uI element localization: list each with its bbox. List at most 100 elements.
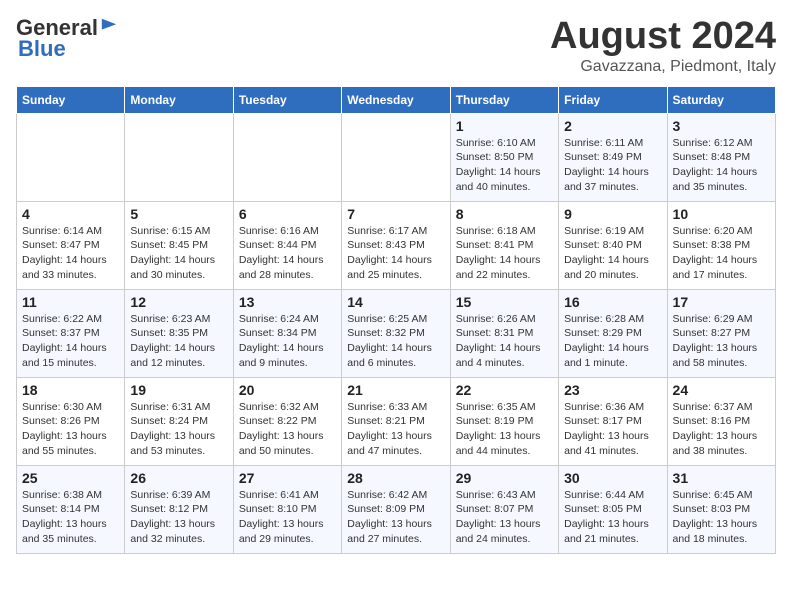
day-number: 10: [673, 206, 770, 222]
day-info: Sunrise: 6:17 AM Sunset: 8:43 PM Dayligh…: [347, 224, 444, 283]
calendar-week-row: 18 Sunrise: 6:30 AM Sunset: 8:26 PM Dayli…: [17, 377, 776, 465]
day-number: 6: [239, 206, 336, 222]
day-of-week-header: Friday: [559, 86, 667, 113]
day-of-week-header: Wednesday: [342, 86, 450, 113]
calendar-cell: 5Sunrise: 6:15 AM Sunset: 8:45 PM Daylig…: [125, 201, 233, 289]
day-number: 18: [22, 382, 119, 398]
calendar-table: SundayMondayTuesdayWednesdayThursdayFrid…: [16, 86, 776, 554]
day-number: 8: [456, 206, 553, 222]
day-info: Sunrise: 6:31 AM Sunset: 8:24 PM Dayligh…: [130, 400, 227, 459]
day-info: Sunrise: 6:36 AM Sunset: 8:17 PM Dayligh…: [564, 400, 661, 459]
calendar-cell: 11 Sunrise: 6:22 AM Sunset: 8:37 PM Dayli…: [17, 289, 125, 377]
day-info: Sunrise: 6:10 AM Sunset: 8:50 PM Dayligh…: [456, 136, 553, 195]
logo-blue: Blue: [18, 36, 66, 62]
page-header: General Blue August 2024 Gavazzana, Pied…: [16, 16, 776, 76]
day-info: Sunrise: 6:29 AM Sunset: 8:27 PM Dayligh…: [673, 312, 770, 371]
calendar-week-row: 4 Sunrise: 6:14 AM Sunset: 8:47 PM Daylig…: [17, 201, 776, 289]
day-of-week-header: Monday: [125, 86, 233, 113]
calendar-cell: [233, 113, 341, 201]
day-of-week-header: Tuesday: [233, 86, 341, 113]
day-number: 11: [22, 294, 119, 310]
calendar-cell: 25 Sunrise: 6:38 AM Sunset: 8:14 PM Dayli…: [17, 465, 125, 553]
day-number: 15: [456, 294, 553, 310]
calendar-cell: 6 Sunrise: 6:16 AM Sunset: 8:44 PM Daylig…: [233, 201, 341, 289]
calendar-cell: 22 Sunrise: 6:35 AM Sunset: 8:19 PM Dayli…: [450, 377, 558, 465]
calendar-body: 1 Sunrise: 6:10 AM Sunset: 8:50 PM Daylig…: [17, 113, 776, 553]
day-info: Sunrise: 6:28 AM Sunset: 8:29 PM Dayligh…: [564, 312, 661, 371]
calendar-cell: 13 Sunrise: 6:24 AM Sunset: 8:34 PM Dayli…: [233, 289, 341, 377]
logo: General Blue: [16, 16, 118, 62]
day-number: 21: [347, 382, 444, 398]
day-info: Sunrise: 6:37 AM Sunset: 8:16 PM Dayligh…: [673, 400, 770, 459]
day-number: 3: [673, 118, 770, 134]
day-number: 26: [130, 470, 227, 486]
day-number: 14: [347, 294, 444, 310]
day-number: 2: [564, 118, 661, 134]
day-number: 27: [239, 470, 336, 486]
day-info: Sunrise: 6:23 AM Sunset: 8:35 PM Dayligh…: [130, 312, 227, 371]
calendar-cell: 20 Sunrise: 6:32 AM Sunset: 8:22 PM Dayli…: [233, 377, 341, 465]
calendar-cell: 12 Sunrise: 6:23 AM Sunset: 8:35 PM Dayli…: [125, 289, 233, 377]
day-info: Sunrise: 6:32 AM Sunset: 8:22 PM Dayligh…: [239, 400, 336, 459]
day-number: 4: [22, 206, 119, 222]
day-number: 1: [456, 118, 553, 134]
day-number: 19: [130, 382, 227, 398]
calendar-cell: 9Sunrise: 6:19 AM Sunset: 8:40 PM Daylig…: [559, 201, 667, 289]
day-number: 28: [347, 470, 444, 486]
day-number: 30: [564, 470, 661, 486]
calendar-cell: 16 Sunrise: 6:28 AM Sunset: 8:29 PM Dayli…: [559, 289, 667, 377]
day-number: 31: [673, 470, 770, 486]
calendar-cell: 24 Sunrise: 6:37 AM Sunset: 8:16 PM Dayli…: [667, 377, 775, 465]
day-info: Sunrise: 6:24 AM Sunset: 8:34 PM Dayligh…: [239, 312, 336, 371]
day-info: Sunrise: 6:11 AM Sunset: 8:49 PM Dayligh…: [564, 136, 661, 195]
day-info: Sunrise: 6:14 AM Sunset: 8:47 PM Dayligh…: [22, 224, 119, 283]
calendar-week-row: 1 Sunrise: 6:10 AM Sunset: 8:50 PM Daylig…: [17, 113, 776, 201]
calendar-cell: 14 Sunrise: 6:25 AM Sunset: 8:32 PM Dayli…: [342, 289, 450, 377]
calendar-cell: 31 Sunrise: 6:45 AM Sunset: 8:03 PM Dayli…: [667, 465, 775, 553]
day-info: Sunrise: 6:16 AM Sunset: 8:44 PM Dayligh…: [239, 224, 336, 283]
calendar-cell: 30 Sunrise: 6:44 AM Sunset: 8:05 PM Dayli…: [559, 465, 667, 553]
day-info: Sunrise: 6:30 AM Sunset: 8:26 PM Dayligh…: [22, 400, 119, 459]
day-info: Sunrise: 6:20 AM Sunset: 8:38 PM Dayligh…: [673, 224, 770, 283]
day-info: Sunrise: 6:38 AM Sunset: 8:14 PM Dayligh…: [22, 488, 119, 547]
day-info: Sunrise: 6:22 AM Sunset: 8:37 PM Dayligh…: [22, 312, 119, 371]
calendar-cell: 19 Sunrise: 6:31 AM Sunset: 8:24 PM Dayli…: [125, 377, 233, 465]
day-info: Sunrise: 6:33 AM Sunset: 8:21 PM Dayligh…: [347, 400, 444, 459]
calendar-cell: 21 Sunrise: 6:33 AM Sunset: 8:21 PM Dayli…: [342, 377, 450, 465]
day-info: Sunrise: 6:44 AM Sunset: 8:05 PM Dayligh…: [564, 488, 661, 547]
day-number: 24: [673, 382, 770, 398]
month-year-title: August 2024: [550, 16, 776, 58]
day-info: Sunrise: 6:39 AM Sunset: 8:12 PM Dayligh…: [130, 488, 227, 547]
calendar-cell: 2 Sunrise: 6:11 AM Sunset: 8:49 PM Daylig…: [559, 113, 667, 201]
calendar-cell: 17Sunrise: 6:29 AM Sunset: 8:27 PM Dayli…: [667, 289, 775, 377]
calendar-cell: 4 Sunrise: 6:14 AM Sunset: 8:47 PM Daylig…: [17, 201, 125, 289]
day-info: Sunrise: 6:43 AM Sunset: 8:07 PM Dayligh…: [456, 488, 553, 547]
calendar-cell: 26 Sunrise: 6:39 AM Sunset: 8:12 PM Dayli…: [125, 465, 233, 553]
day-info: Sunrise: 6:45 AM Sunset: 8:03 PM Dayligh…: [673, 488, 770, 547]
calendar-cell: 8 Sunrise: 6:18 AM Sunset: 8:41 PM Daylig…: [450, 201, 558, 289]
day-number: 12: [130, 294, 227, 310]
calendar-cell: 7Sunrise: 6:17 AM Sunset: 8:43 PM Daylig…: [342, 201, 450, 289]
calendar-cell: 28 Sunrise: 6:42 AM Sunset: 8:09 PM Dayli…: [342, 465, 450, 553]
calendar-cell: [125, 113, 233, 201]
day-info: Sunrise: 6:18 AM Sunset: 8:41 PM Dayligh…: [456, 224, 553, 283]
day-info: Sunrise: 6:25 AM Sunset: 8:32 PM Dayligh…: [347, 312, 444, 371]
day-info: Sunrise: 6:35 AM Sunset: 8:19 PM Dayligh…: [456, 400, 553, 459]
day-info: Sunrise: 6:15 AM Sunset: 8:45 PM Dayligh…: [130, 224, 227, 283]
day-number: 22: [456, 382, 553, 398]
calendar-header-row: SundayMondayTuesdayWednesdayThursdayFrid…: [17, 86, 776, 113]
day-info: Sunrise: 6:19 AM Sunset: 8:40 PM Dayligh…: [564, 224, 661, 283]
title-block: August 2024 Gavazzana, Piedmont, Italy: [550, 16, 776, 76]
day-info: Sunrise: 6:42 AM Sunset: 8:09 PM Dayligh…: [347, 488, 444, 547]
day-of-week-header: Sunday: [17, 86, 125, 113]
day-number: 25: [22, 470, 119, 486]
day-number: 13: [239, 294, 336, 310]
location-subtitle: Gavazzana, Piedmont, Italy: [550, 58, 776, 76]
day-number: 16: [564, 294, 661, 310]
day-number: 20: [239, 382, 336, 398]
day-number: 29: [456, 470, 553, 486]
day-of-week-header: Thursday: [450, 86, 558, 113]
calendar-cell: 29 Sunrise: 6:43 AM Sunset: 8:07 PM Dayli…: [450, 465, 558, 553]
calendar-week-row: 11 Sunrise: 6:22 AM Sunset: 8:37 PM Dayli…: [17, 289, 776, 377]
day-of-week-header: Saturday: [667, 86, 775, 113]
